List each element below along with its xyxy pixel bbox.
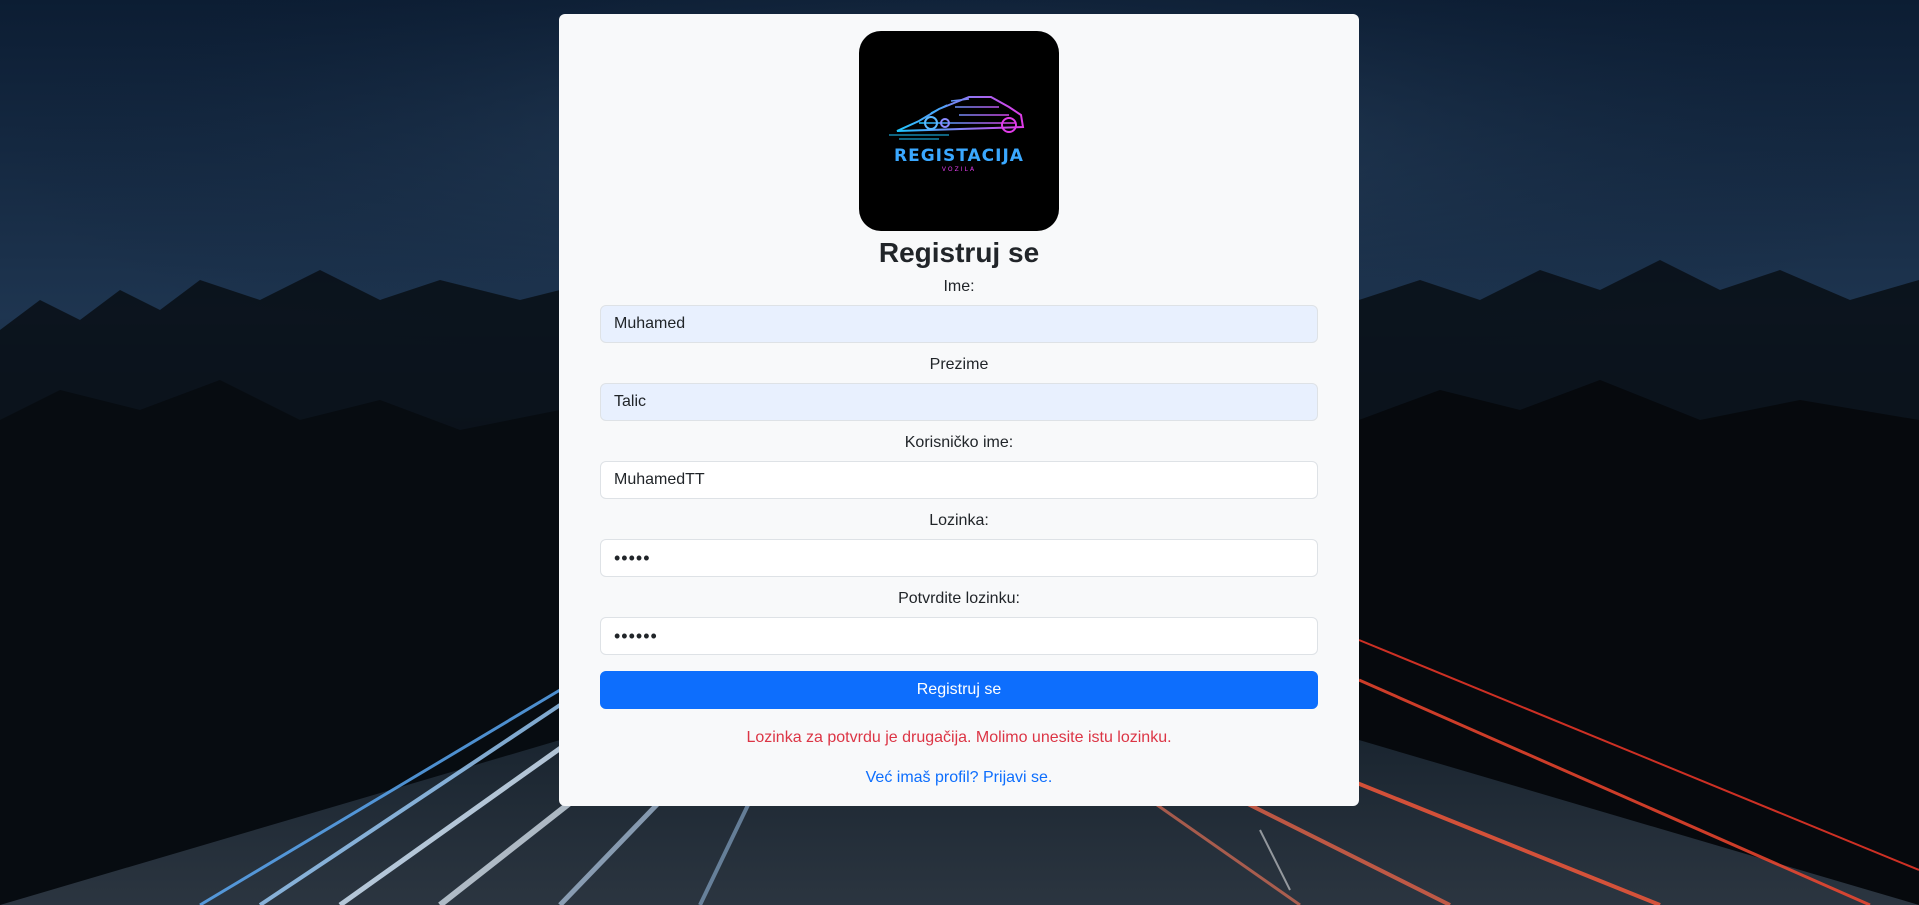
username-label: Korisničko ime:: [904, 434, 1014, 451]
password-input[interactable]: •••••: [600, 539, 1318, 577]
first-name-input[interactable]: Muhamed: [600, 305, 1318, 343]
password-label: Lozinka:: [929, 512, 989, 529]
logo-wordmark: REGISTACIJA: [894, 146, 1024, 166]
car-circuit-icon: REGISTACIJA VOZILA: [889, 96, 1025, 173]
logo-subtext: VOZILA: [942, 166, 976, 173]
app-logo: REGISTACIJA VOZILA: [859, 31, 1059, 231]
register-button[interactable]: Registruj se: [600, 671, 1318, 709]
login-link[interactable]: Već imaš profil? Prijavi se.: [866, 769, 1053, 786]
last-name-input[interactable]: Talic: [600, 383, 1318, 421]
error-message: Lozinka za potvrdu je drugačija. Molimo …: [746, 729, 1172, 746]
page-title: Registruj se: [878, 237, 1040, 268]
login-link-container: Već imaš profil? Prijavi se.: [559, 767, 1359, 789]
confirm-password-input[interactable]: ••••••: [600, 617, 1318, 655]
first-name-label: Ime:: [943, 278, 975, 295]
confirm-password-label: Potvrdite lozinku:: [898, 590, 1020, 607]
username-input[interactable]: MuhamedTT: [600, 461, 1318, 499]
register-card: REGISTACIJA VOZILA Registruj se Ime: Muh…: [559, 14, 1359, 806]
last-name-label: Prezime: [929, 356, 989, 373]
